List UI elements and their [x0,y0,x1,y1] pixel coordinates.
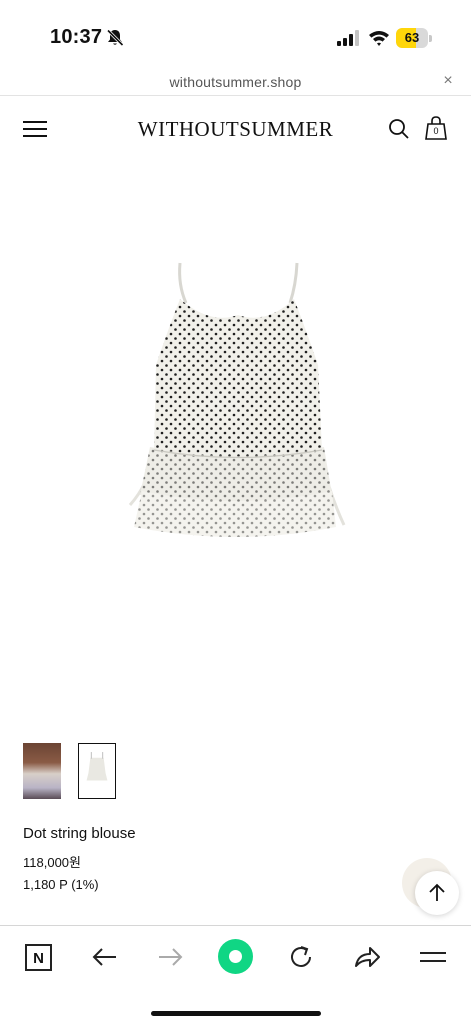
hamburger-menu-icon[interactable] [418,942,448,972]
home-indicator [151,1011,321,1016]
status-time: 10:37 [50,26,103,48]
url-bar[interactable]: withoutsummer.shop × [0,72,471,96]
wifi-icon [369,31,389,46]
bottom-toolbar: N [0,925,471,1024]
green-circle-icon[interactable] [218,939,253,974]
battery-icon: 63 [396,28,432,48]
model-photo-thumbnail[interactable] [23,743,61,799]
close-icon[interactable]: × [440,73,456,89]
back-arrow-icon[interactable] [90,942,120,972]
shopping-bag-icon[interactable]: 0 [424,115,448,141]
search-icon[interactable] [387,117,411,141]
battery-cap [429,35,432,42]
blouse-mini-image [86,752,108,781]
reload-icon[interactable] [286,942,316,972]
scroll-top-button[interactable] [415,871,459,915]
product-name: Dot string blouse [23,825,136,842]
product-photo-thumbnail[interactable] [78,743,116,799]
site-header: WITHOUTSUMMER 0 [0,97,471,165]
battery-level: 63 [404,30,420,45]
cellular-signal-icon [337,30,359,46]
status-bar: 10:37 63 [0,0,471,72]
dot-camisole-blouse-image[interactable] [110,255,362,555]
url-text[interactable]: withoutsummer.shop [0,74,471,90]
bell-slash-icon [106,29,124,47]
product-price: 118,000원 [23,855,81,870]
arrow-up-icon [429,883,445,901]
forward-arrow-icon[interactable] [155,942,185,972]
cart-count: 0 [433,126,439,136]
product-points: 1,180 P (1%) [23,877,99,892]
battery-body: 63 [396,28,428,48]
share-icon[interactable] [352,942,382,972]
n-logo-icon[interactable]: N [25,944,52,971]
